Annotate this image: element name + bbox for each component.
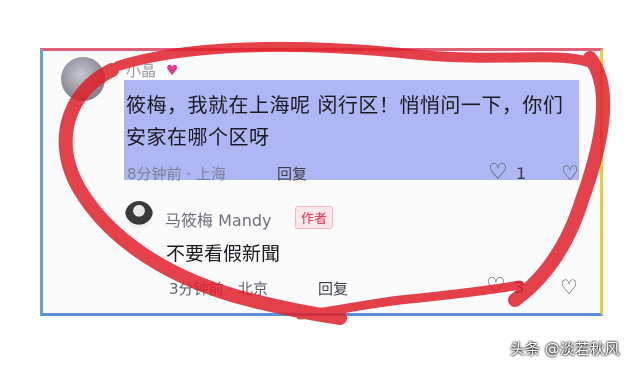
watermark: 头条 @淡若秋风 [510, 340, 620, 358]
red-scribble-heart [58, 41, 611, 325]
